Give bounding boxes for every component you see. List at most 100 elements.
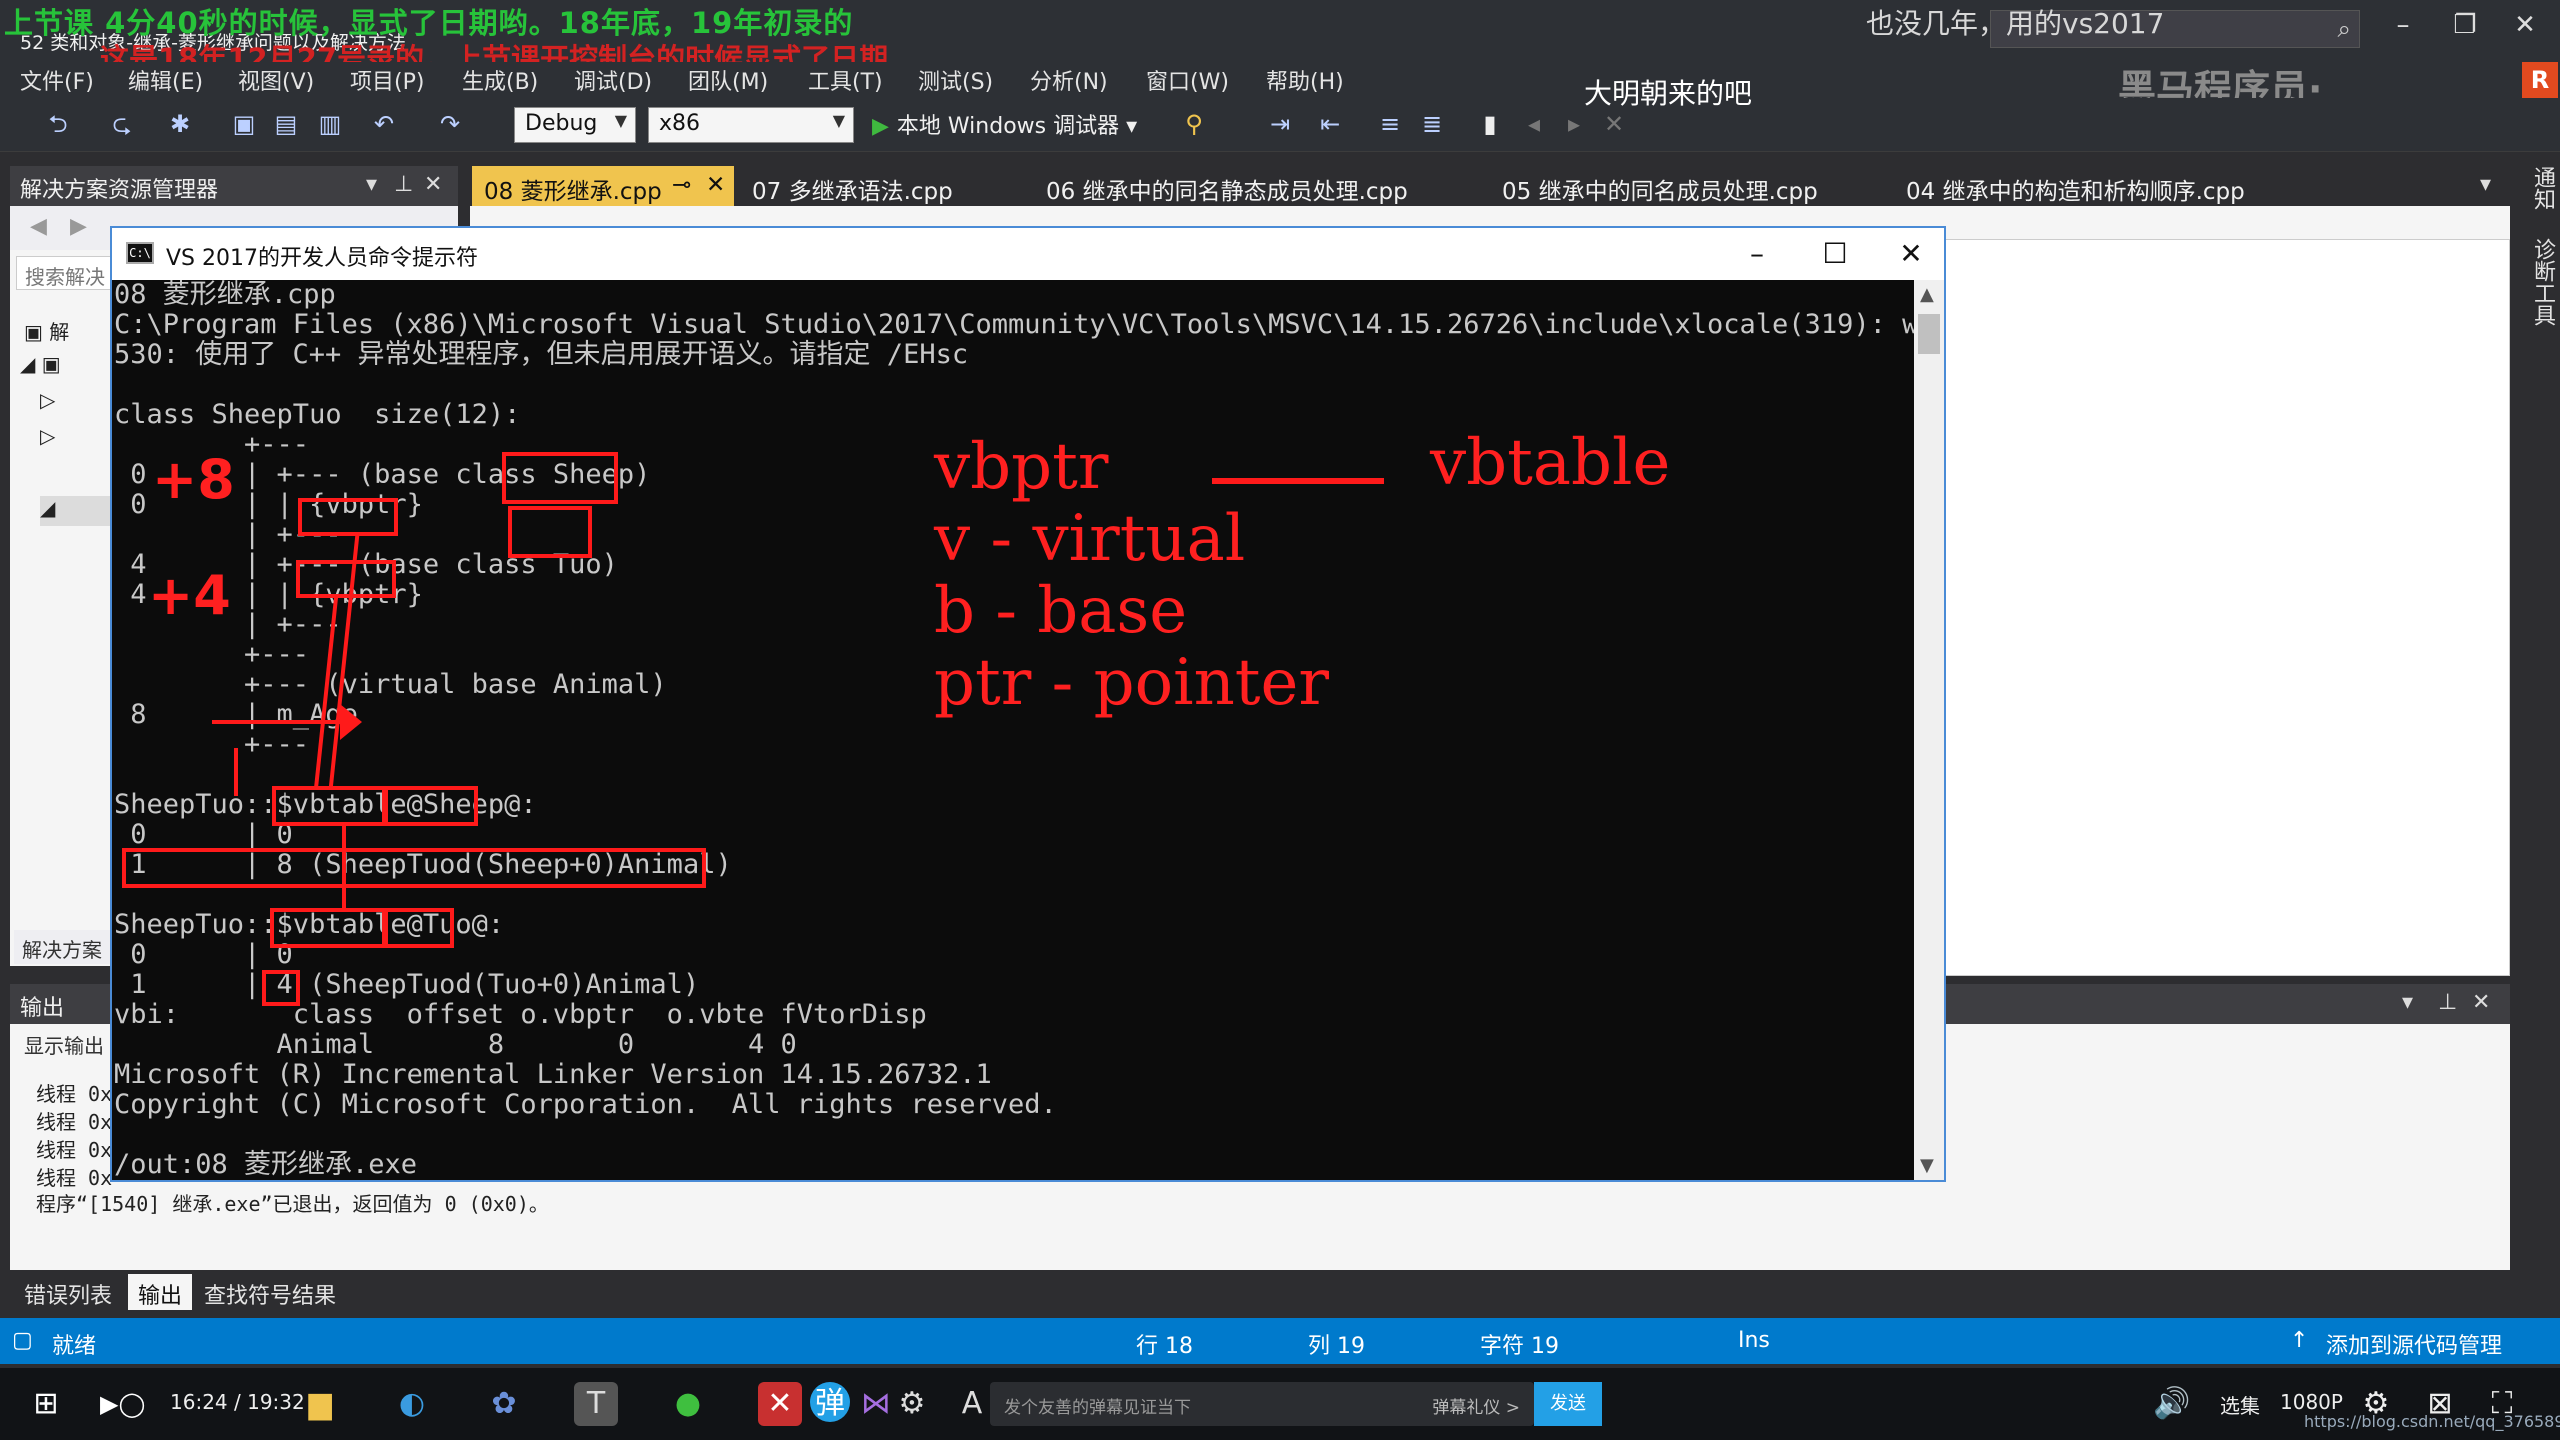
config-dropdown[interactable]: Debug ▼ bbox=[514, 107, 636, 143]
tab-05-same-name-members[interactable]: 05 继承中的同名成员处理.cpp bbox=[1490, 166, 1830, 206]
close-button[interactable]: ✕ bbox=[2502, 10, 2548, 50]
danmaku-input[interactable]: 发个友善的弹幕见证当下 弹幕礼仪 > bbox=[990, 1382, 1534, 1426]
quality-select[interactable]: 1080P bbox=[2280, 1390, 2343, 1414]
next-bookmark-icon[interactable]: ▸ bbox=[1560, 110, 1588, 138]
episode-select[interactable]: 选集 bbox=[2220, 1390, 2260, 1419]
back-icon[interactable]: ⮌ bbox=[44, 110, 72, 138]
chevron-down-icon[interactable]: ▾ bbox=[2402, 990, 2413, 1015]
minimize-button[interactable]: – bbox=[2380, 10, 2426, 50]
output-show-from[interactable]: 显示输出 bbox=[24, 1030, 104, 1059]
bookmark-icon[interactable]: ▮ bbox=[1476, 110, 1504, 138]
tab-08-diamond-inheritance[interactable]: 08 菱形继承.cpp ⊸ ✕ bbox=[472, 166, 734, 206]
toolbar: ⮌ ⮎ ✱ ▣ ▤ ▥ ↶ ↷ Debug ▼ x86 ▼ ▶ 本地 Window… bbox=[0, 98, 2560, 152]
pin-icon[interactable]: ⊥ bbox=[394, 172, 413, 197]
menu-view[interactable]: 视图(V) bbox=[238, 64, 314, 96]
menu-team[interactable]: 团队(M) bbox=[688, 64, 768, 96]
find-icon[interactable]: ⚲ bbox=[1180, 110, 1208, 138]
console-scrollbar[interactable]: ▲ ▼ bbox=[1914, 280, 1944, 1180]
tab-find-symbol-results[interactable]: 查找符号结果 bbox=[194, 1274, 346, 1310]
console-close-button[interactable]: ✕ bbox=[1884, 234, 1938, 274]
status-bar: ▢ 就绪 行 18 列 19 字符 19 Ins ↑ 添加到源代码管理 bbox=[0, 1318, 2560, 1364]
menu-debug[interactable]: 调试(D) bbox=[574, 64, 652, 96]
chevron-down-icon: ▼ bbox=[832, 111, 845, 130]
volume-icon[interactable]: 🔊 bbox=[2150, 1382, 2194, 1426]
scrollbar-thumb[interactable] bbox=[1918, 314, 1940, 354]
prev-bookmark-icon[interactable]: ◂ bbox=[1520, 110, 1548, 138]
danmaku-toggle-icon[interactable]: 弹 bbox=[810, 1382, 850, 1422]
xmind-icon[interactable]: ✕ bbox=[758, 1382, 802, 1426]
send-danmaku-button[interactable]: 发送 bbox=[1534, 1382, 1602, 1426]
add-to-source-control-button[interactable]: 添加到源代码管理 bbox=[2326, 1328, 2502, 1360]
chevron-down-icon[interactable]: ▾ bbox=[366, 172, 377, 197]
font-settings-icon[interactable]: A bbox=[950, 1382, 994, 1426]
start-debugging-button[interactable]: ▶ 本地 Windows 调试器 ▾ bbox=[872, 108, 1137, 142]
menu-tools[interactable]: 工具(T) bbox=[808, 64, 883, 96]
diagnostic-tools-tab[interactable]: 诊断工具 bbox=[2526, 238, 2558, 326]
comment-icon[interactable]: ≡ bbox=[1376, 110, 1404, 138]
scroll-up-icon[interactable]: ▲ bbox=[1920, 284, 1934, 305]
menu-project[interactable]: 项目(P) bbox=[350, 64, 424, 96]
tab-overflow-icon[interactable]: ▾ bbox=[2480, 172, 2491, 197]
close-icon[interactable]: ✕ bbox=[424, 172, 442, 197]
step-icon[interactable]: ⇥ bbox=[1266, 110, 1294, 138]
redo-icon[interactable]: ↷ bbox=[436, 110, 464, 138]
console-line: +--- bbox=[114, 729, 310, 760]
close-icon[interactable]: ✕ bbox=[2472, 990, 2490, 1015]
uncomment-icon[interactable]: ≣ bbox=[1418, 110, 1446, 138]
play-pause-icon[interactable]: ▶◯ bbox=[100, 1382, 145, 1426]
menu-edit[interactable]: 编辑(E) bbox=[128, 64, 203, 96]
back-icon[interactable]: ◀ bbox=[30, 214, 47, 239]
annotation-box-vbptr-sheep bbox=[298, 498, 398, 536]
tab-06-static-members[interactable]: 06 继承中的同名静态成员处理.cpp bbox=[1034, 166, 1420, 206]
menu-window[interactable]: 窗口(W) bbox=[1146, 64, 1229, 96]
close-icon[interactable]: ✕ bbox=[706, 172, 725, 198]
menu-build[interactable]: 生成(B) bbox=[462, 64, 538, 96]
solution-node[interactable]: ▣ 解 bbox=[24, 316, 69, 345]
file-explorer-icon[interactable]: ▆ bbox=[298, 1382, 342, 1426]
clear-bookmark-icon[interactable]: ✕ bbox=[1600, 110, 1628, 138]
console-line: 0 | 0 bbox=[114, 819, 293, 850]
tab-error-list[interactable]: 错误列表 bbox=[14, 1274, 122, 1310]
browser-icon[interactable]: ◐ bbox=[390, 1382, 434, 1426]
platform-dropdown[interactable]: x86 ▼ bbox=[648, 107, 854, 143]
forward-icon[interactable]: ⮎ bbox=[108, 110, 136, 138]
green-app-icon[interactable]: ● bbox=[666, 1382, 710, 1426]
solution-explorer-header: 解决方案资源管理器 ▾ ⊥ ✕ bbox=[10, 166, 458, 206]
tree-collapse-icon[interactable]: ▷ bbox=[40, 424, 55, 448]
scroll-down-icon[interactable]: ▼ bbox=[1920, 1155, 1934, 1176]
open-folder-icon[interactable]: ▣ bbox=[230, 110, 258, 138]
danmaku-etiquette-link[interactable]: 弹幕礼仪 > bbox=[1432, 1393, 1520, 1418]
tab-output[interactable]: 输出 bbox=[128, 1274, 193, 1310]
windows-start-icon[interactable]: ⊞ bbox=[24, 1382, 68, 1426]
menu-test[interactable]: 测试(S) bbox=[918, 64, 993, 96]
tab-07-multiple-inheritance[interactable]: 07 多继承语法.cpp bbox=[740, 166, 965, 206]
console-line: +--- bbox=[114, 639, 310, 670]
menu-help[interactable]: 帮助(H) bbox=[1266, 64, 1344, 96]
pin-icon[interactable]: ⊸ bbox=[672, 172, 691, 198]
console-title: VS 2017的开发人员命令提示符 bbox=[166, 246, 478, 271]
tree-collapse-icon[interactable]: ▷ bbox=[40, 388, 55, 412]
console-line: vbi: class offset o.vbptr o.vbte fVtorDi… bbox=[114, 999, 927, 1030]
menu-analyze[interactable]: 分析(N) bbox=[1030, 64, 1108, 96]
menu-file[interactable]: 文件(F) bbox=[20, 64, 94, 96]
chevron-down-icon: ▼ bbox=[614, 111, 627, 130]
format-icon[interactable]: ⇤ bbox=[1316, 110, 1344, 138]
tab-04-ctor-dtor-order[interactable]: 04 继承中的构造和析构顺序.cpp bbox=[1894, 166, 2257, 206]
save-icon[interactable]: ▤ bbox=[272, 110, 300, 138]
danmaku-settings-icon[interactable]: ⚙ bbox=[890, 1382, 934, 1426]
pin-icon[interactable]: ⊥ bbox=[2438, 990, 2457, 1015]
danmaku-comment-4: 大明朝来的吧 bbox=[1584, 77, 1753, 110]
console-minimize-button[interactable]: – bbox=[1730, 234, 1784, 274]
console-maximize-button[interactable]: ☐ bbox=[1808, 234, 1862, 274]
app-icon[interactable]: ✿ bbox=[482, 1382, 526, 1426]
developer-command-prompt-window[interactable]: C:\ VS 2017的开发人员命令提示符 – ☐ ✕ 08 菱形继承.cpp … bbox=[110, 226, 1946, 1182]
restore-button[interactable]: ❐ bbox=[2442, 10, 2488, 50]
forward-icon[interactable]: ▶ bbox=[70, 214, 87, 239]
new-project-icon[interactable]: ✱ bbox=[166, 110, 194, 138]
solution-explorer-tab[interactable]: 解决方案 bbox=[14, 930, 114, 964]
notifications-tab[interactable]: 通知 bbox=[2526, 166, 2558, 210]
undo-icon[interactable]: ↶ bbox=[370, 110, 398, 138]
save-all-icon[interactable]: ▥ bbox=[316, 110, 344, 138]
tree-expand-icon[interactable]: ◢ ▣ bbox=[20, 352, 61, 376]
text-app-icon[interactable]: T bbox=[574, 1382, 618, 1426]
